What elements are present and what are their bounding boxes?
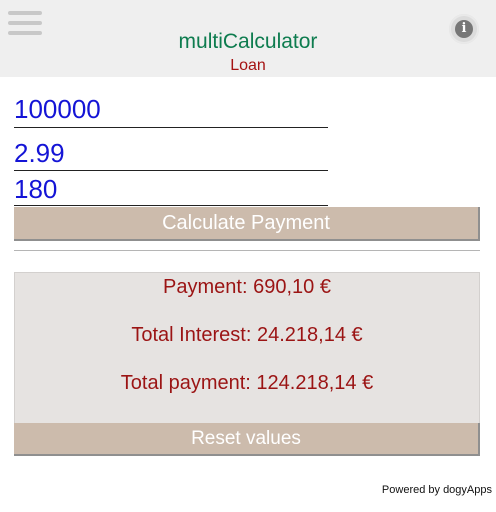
loan-term-input[interactable]: 180 <box>14 174 328 206</box>
loan-term-value: 180 <box>14 174 58 204</box>
payment-result: Payment: 690,10 € <box>163 276 331 298</box>
total-payment-result: Total payment: 124.218,14 € <box>120 372 374 394</box>
calculate-payment-button[interactable]: Calculate Payment <box>14 207 480 241</box>
loan-amount-value: 100000 <box>14 94 101 124</box>
reset-values-button[interactable]: Reset values <box>14 423 480 456</box>
interest-rate-input[interactable]: 2.99 <box>14 138 328 171</box>
powered-by-credit: Powered by dogyApps <box>381 484 492 496</box>
calculator-mode-label: Loan <box>230 57 266 74</box>
info-glyph: i <box>455 20 473 38</box>
total-interest-result: Total Interest: 24.218,14 € <box>131 324 363 346</box>
app-title: multiCalculator <box>178 30 318 53</box>
loan-amount-input[interactable]: 100000 <box>14 94 328 128</box>
section-divider <box>14 250 480 251</box>
info-icon[interactable]: i <box>449 14 479 44</box>
interest-rate-value: 2.99 <box>14 138 65 168</box>
app-header: multiCalculator Loan i <box>0 0 496 77</box>
